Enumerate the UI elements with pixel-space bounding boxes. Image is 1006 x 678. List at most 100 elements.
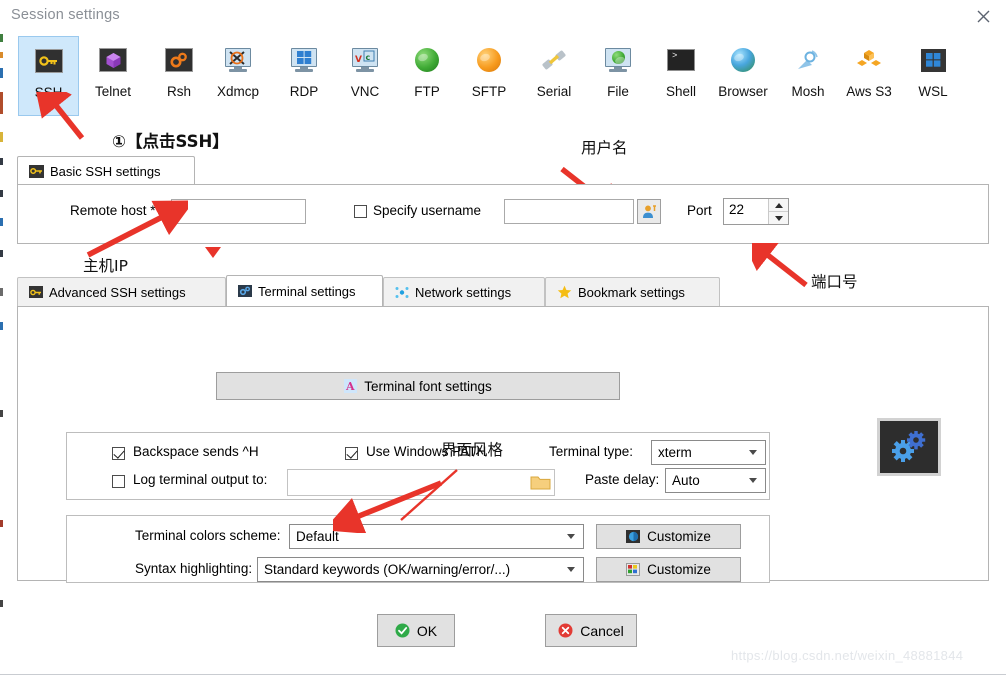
syntax-highlighting-label: Syntax highlighting: [135,561,253,576]
tab-label: Basic SSH settings [50,163,161,179]
session-type-label: RDP [289,84,319,99]
chevron-down-icon [567,534,575,539]
session-type-serial[interactable]: Serial [521,36,587,116]
chevron-down-icon [567,567,575,572]
annotation-triangle-host [205,247,221,258]
specify-username-checkbox[interactable] [354,205,367,218]
watermark: https://blog.csdn.net/weixin_48881844 [731,648,964,663]
mosh-antenna-icon [793,45,823,75]
session-type-label: Browser [718,84,768,99]
x-circle-icon [558,623,573,638]
close-button[interactable] [960,0,1006,33]
terminal-font-settings-button[interactable]: A Terminal font settings [216,372,620,400]
session-type-rsh[interactable]: Rsh [146,36,212,116]
svg-text:c: c [366,53,371,62]
backspace-sends-checkbox[interactable] [112,447,125,460]
session-type-label: SSH [34,85,63,100]
session-type-telnet[interactable]: Telnet [80,36,146,116]
wsl-windows-icon [918,45,948,75]
colors-customize-label: Customize [647,529,711,544]
session-type-label: File [607,84,629,99]
log-terminal-output-checkbox[interactable] [112,475,125,488]
syntax-highlighting-value: Standard keywords (OK/warning/error/...) [264,562,511,577]
paste-delay-value: Auto [672,473,700,488]
user-picker-icon [642,205,656,218]
annotation-host-ip: 主机IP [83,257,128,275]
session-type-browser[interactable]: Browser [710,36,776,116]
syntax-customize-label: Customize [647,562,711,577]
tab-label: Bookmark settings [578,284,685,300]
session-type-mosh[interactable]: Mosh [775,36,841,116]
session-type-file[interactable]: File [585,36,651,116]
colors-customize-button[interactable]: Customize [596,524,741,549]
terminal-colors-scheme-label: Terminal colors scheme: [135,528,281,543]
session-type-label: Shell [665,84,697,99]
port-stepper[interactable]: 22 [723,198,789,225]
browser-globe-icon [728,45,758,75]
sftp-globe-icon [474,45,504,75]
session-type-xdmcp[interactable]: Xdmcp [205,36,271,116]
ftp-globe-icon [412,45,442,75]
port-spin-buttons[interactable] [768,199,788,224]
terminal-gear-icon [238,285,252,297]
tab-label: Advanced SSH settings [49,284,186,300]
session-type-ssh[interactable]: SSH [18,36,79,116]
tab-terminal-settings[interactable]: Terminal settings [226,275,383,306]
bottom-divider [0,674,1006,675]
background-window-sliver [0,520,3,527]
port-decrement-button[interactable] [769,212,788,224]
svg-text:A: A [345,380,355,392]
tab-advanced-ssh-settings[interactable]: Advanced SSH settings [17,277,226,306]
use-windows-path-checkbox[interactable] [345,447,358,460]
check-circle-icon [395,623,410,638]
log-output-path-input[interactable] [287,469,555,496]
remote-host-input[interactable] [171,199,306,224]
file-monitor-icon [603,45,633,75]
tab-network-settings[interactable]: Network settings [383,277,545,306]
font-A-icon: A [344,379,358,393]
terminal-type-select[interactable]: xterm [651,440,766,465]
session-type-label: Mosh [791,84,825,99]
terminal-type-label: Terminal type: [549,444,634,459]
syntax-highlighting-select[interactable]: Standard keywords (OK/warning/error/...) [257,557,584,582]
telnet-cube-icon [98,45,128,75]
background-window-sliver [0,250,3,257]
session-type-label: Serial [536,84,572,99]
port-value[interactable]: 22 [724,199,768,224]
terminal-colors-scheme-select[interactable]: Default [289,524,584,549]
background-window-sliver [0,410,3,417]
key-icon [29,286,43,298]
session-type-shell[interactable]: > Shell [648,36,714,116]
xdmcp-monitor-icon [223,45,253,75]
paste-delay-select[interactable]: Auto [665,468,766,493]
rdp-windows-icon [289,45,319,75]
network-dots-icon [395,286,409,299]
session-type-wsl[interactable]: WSL [900,36,966,116]
gears-icon [892,431,926,462]
session-type-rdp[interactable]: RDP [271,36,337,116]
port-increment-button[interactable] [769,199,788,212]
username-input[interactable] [504,199,634,224]
session-type-vnc[interactable]: V c VNC [332,36,398,116]
key-icon [29,164,44,178]
star-icon [557,285,572,299]
session-type-label: Aws S3 [846,84,892,99]
user-picker-button[interactable] [637,199,661,224]
background-window-sliver [0,158,3,165]
cancel-button[interactable]: Cancel [545,614,637,647]
log-output-browse-button[interactable] [530,474,551,491]
session-type-aws-s3[interactable]: Aws S3 [836,36,902,116]
window-title: Session settings [11,7,120,23]
session-type-label: WSL [918,84,948,99]
session-type-ftp[interactable]: FTP [394,36,460,116]
syntax-customize-button[interactable]: Customize [596,557,741,582]
tab-bookmark-settings[interactable]: Bookmark settings [545,277,720,306]
ok-button[interactable]: OK [377,614,455,647]
backspace-sends-label: Backspace sends ^H [133,444,259,459]
session-type-sftp[interactable]: SFTP [456,36,522,116]
tab-label: Network settings [415,284,512,300]
tab-basic-ssh-settings[interactable]: Basic SSH settings [17,156,195,185]
close-icon [977,10,989,23]
session-type-label: Xdmcp [216,84,260,99]
annotation-ui-style: 界面风格 [441,441,504,459]
